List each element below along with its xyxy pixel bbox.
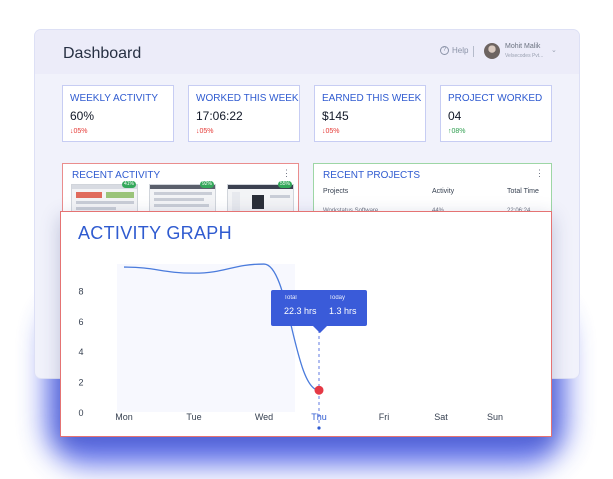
plot-area-shade (117, 264, 295, 412)
x-tick-label: Fri (379, 412, 390, 422)
column-header-total-time: Total Time (507, 188, 539, 195)
recent-projects-panel: RECENT PROJECTS ⋮ Projects Activity Tota… (313, 163, 552, 214)
help-link[interactable]: ? Help (440, 46, 468, 55)
stat-label: WORKED THIS WEEK (196, 93, 299, 104)
stat-delta: ↑08% (448, 128, 466, 135)
stat-delta: ↓05% (322, 128, 340, 135)
stat-card-worked-this-week: WORKED THIS WEEK 17:06:22 ↓05% (188, 85, 300, 142)
stat-value: 04 (448, 109, 462, 123)
x-tick-label: Sun (487, 412, 503, 422)
y-tick-label: 0 (78, 408, 83, 418)
tooltip-total-label: Total (284, 295, 297, 301)
stat-delta: ↓05% (196, 128, 214, 135)
user-org: Velsecodes Pvt... (505, 53, 544, 59)
stat-label: PROJECT WORKED (448, 93, 543, 104)
more-options-icon[interactable]: ⋮ (282, 168, 291, 179)
stat-value: 17:06:22 (196, 109, 243, 123)
stat-card-weekly-activity: WEEKLY ACTIVITY 60% ↓05% (62, 85, 174, 142)
chevron-down-icon[interactable]: ⌄ (551, 46, 557, 54)
stat-label: WEEKLY ACTIVITY (70, 93, 158, 104)
x-tick-label: Wed (255, 412, 273, 422)
stat-value: $145 (322, 109, 349, 123)
data-point-marker (314, 385, 324, 395)
activity-badge: 92% (200, 181, 214, 188)
screenshot-thumbnail[interactable] (149, 184, 216, 214)
x-tick-label: Tue (186, 412, 201, 422)
y-tick-label: 2 (78, 378, 83, 388)
activity-badge: 41% (122, 181, 136, 188)
stat-card-earned-this-week: EARNED THIS WEEK $145 ↓05% (314, 85, 426, 142)
y-tick-label: 4 (78, 347, 83, 357)
tooltip-total-value: 22.3 hrs (284, 306, 317, 316)
stat-value: 60% (70, 109, 95, 123)
screenshot-thumbnail[interactable] (227, 184, 294, 214)
page-title: Dashboard (63, 45, 142, 62)
help-label: Help (452, 46, 469, 55)
recent-activity-panel: RECENT ACTIVITY ⋮ 41% 92% 55% (62, 163, 299, 214)
y-tick-label: 6 (78, 317, 83, 327)
tooltip-today: Today 1.3 hrs (329, 295, 374, 316)
activity-badge: 55% (278, 181, 292, 188)
panel-title: RECENT PROJECTS (323, 170, 421, 181)
header-divider (473, 46, 474, 57)
x-tick-label: Sat (434, 412, 448, 422)
stat-label: EARNED THIS WEEK (322, 93, 422, 104)
y-tick-label: 8 (78, 286, 83, 296)
more-options-icon[interactable]: ⋮ (535, 168, 544, 179)
avatar[interactable] (484, 43, 500, 59)
stat-delta: ↓05% (70, 128, 88, 135)
tooltip-total: Total 22.3 hrs (284, 295, 329, 316)
column-header-activity: Activity (432, 188, 455, 195)
chart-tooltip: Total 22.3 hrs Today 1.3 hrs (271, 290, 367, 333)
help-icon: ? (440, 46, 449, 55)
panel-title: RECENT ACTIVITY (72, 170, 161, 181)
screenshot-thumbnail[interactable] (71, 184, 138, 214)
column-header-projects: Projects (323, 188, 349, 195)
activity-graph-card: ACTIVITY GRAPH 0 2 4 6 8 Mon Tue Wed Thu Fri Sat Su… (60, 211, 552, 437)
selected-day-dot (317, 426, 321, 430)
tooltip-today-value: 1.3 hrs (329, 306, 357, 316)
x-tick-label: Mon (115, 412, 133, 422)
window-header: Dashboard ? Help Mohit Malik Velsecodes … (35, 30, 579, 74)
stat-card-project-worked: PROJECT WORKED 04 ↑08% (440, 85, 552, 142)
user-name[interactable]: Mohit Malik (505, 43, 540, 50)
tooltip-today-label: Today (329, 295, 346, 301)
